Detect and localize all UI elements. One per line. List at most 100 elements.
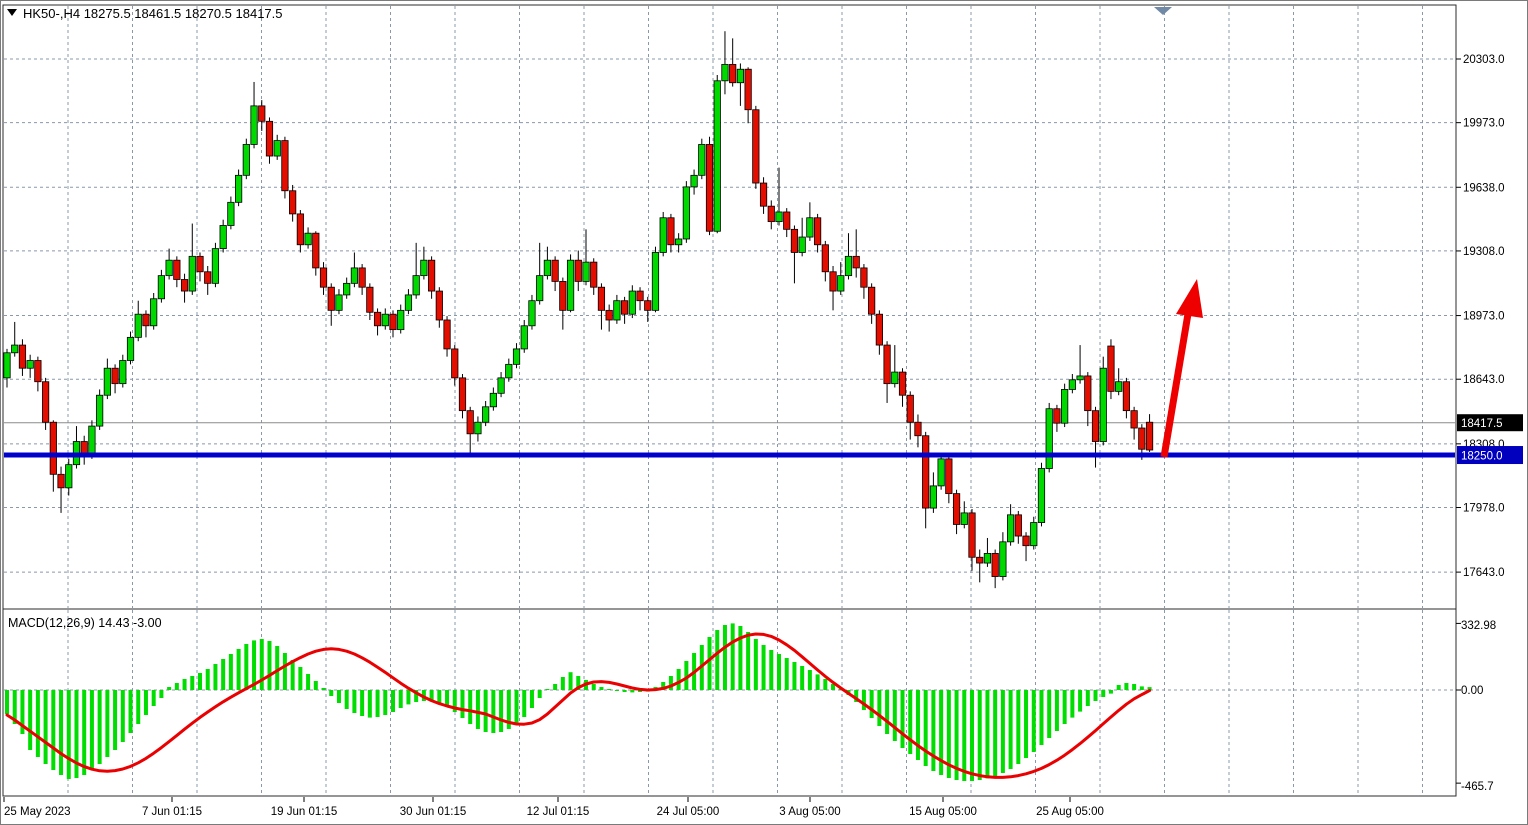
candle (575, 260, 581, 281)
macd-bar (152, 690, 156, 706)
candle (42, 382, 48, 423)
macd-bar (746, 632, 750, 690)
macd-bar (1124, 683, 1128, 690)
macd-bar (1109, 690, 1113, 694)
candle (961, 513, 967, 525)
candle (544, 260, 550, 275)
macd-bar (561, 677, 565, 690)
candle (4, 353, 10, 378)
candle (861, 268, 867, 287)
candle (521, 326, 527, 349)
macd-bar (908, 690, 912, 754)
macd-bar (113, 690, 117, 750)
macd-bar (1117, 685, 1121, 690)
candle (884, 345, 890, 384)
candle (876, 314, 882, 345)
candle (930, 486, 936, 508)
macd-bar (67, 690, 71, 779)
macd-bar (159, 690, 163, 698)
candle (946, 459, 952, 494)
candle (274, 141, 280, 156)
time-axis-label: 25 May 2023 (4, 806, 71, 818)
time-axis-area[interactable] (1, 797, 1457, 824)
macd-bar (754, 639, 758, 690)
macd-label: MACD(12,26,9) 14.43 -3.00 (8, 616, 162, 630)
candle (536, 276, 542, 301)
candle (1123, 382, 1129, 411)
candle (838, 276, 844, 291)
candle (235, 175, 241, 202)
macd-bar (1001, 690, 1005, 773)
macd-bar (499, 690, 503, 732)
chart-canvas[interactable]: 20303.019973.019638.019308.018973.018643… (1, 1, 1527, 824)
macd-bar (360, 690, 364, 716)
macd-bar (82, 690, 86, 775)
macd-bar (607, 689, 611, 690)
candle (266, 121, 272, 156)
candle (969, 513, 975, 557)
candle (598, 287, 604, 310)
macd-bar (816, 674, 820, 690)
macd-bar (916, 690, 920, 760)
macd-bar (1101, 690, 1105, 697)
macd-bar (306, 674, 310, 690)
macd-bar (769, 650, 773, 690)
candle (992, 553, 998, 576)
current-price-chip: 18417.5 (1457, 414, 1523, 431)
candle (112, 368, 118, 383)
candle (915, 422, 921, 436)
candle (560, 281, 566, 310)
macd-bar (800, 666, 804, 690)
time-axis-label: 19 Jun 01:15 (271, 806, 338, 818)
candle (421, 260, 427, 275)
candle (135, 314, 141, 337)
macd-bar (399, 690, 403, 708)
macd-bar (931, 690, 935, 771)
candle (351, 268, 357, 283)
candle (1038, 469, 1044, 523)
candle (753, 110, 759, 183)
macd-bar (708, 637, 712, 690)
macd-bar (244, 644, 248, 690)
candle (621, 301, 627, 315)
macd-axis-zero: 0.00 (1461, 685, 1483, 697)
macd-bar (190, 676, 194, 690)
candle (977, 557, 983, 563)
candle (282, 141, 288, 191)
candle (89, 426, 95, 455)
macd-bar (1055, 690, 1059, 731)
time-axis-label: 15 Aug 05:00 (909, 806, 977, 818)
macd-bar (1032, 690, 1036, 752)
candle (699, 144, 705, 175)
macd-axis-max: 332.98 (1461, 620, 1496, 632)
candle (251, 106, 257, 145)
candle (807, 218, 813, 237)
candle (1115, 382, 1121, 392)
macd-bar (993, 690, 997, 776)
price-axis-label: 17643.0 (1463, 567, 1505, 579)
macd-bar (623, 690, 627, 692)
macd-bar (738, 626, 742, 690)
candle (382, 314, 388, 326)
candle (197, 256, 203, 271)
candle (228, 202, 234, 225)
candle (637, 291, 643, 301)
price-axis-label: 18973.0 (1463, 311, 1505, 323)
macd-bar (484, 690, 488, 732)
candle (220, 225, 226, 248)
macd-bar (221, 659, 225, 690)
candle (475, 422, 481, 434)
macd-bar (823, 679, 827, 690)
candle (189, 256, 195, 291)
macd-bar (877, 690, 881, 726)
candle (444, 320, 450, 349)
macd-bar (329, 690, 333, 696)
price-axis-label: 19638.0 (1463, 182, 1505, 194)
candle (830, 272, 836, 291)
candle (143, 314, 149, 326)
macd-bar (98, 690, 102, 764)
candle (1085, 376, 1091, 411)
candle (1007, 515, 1013, 542)
time-axis-label: 12 Jul 01:15 (527, 806, 590, 818)
candle (1023, 536, 1029, 546)
